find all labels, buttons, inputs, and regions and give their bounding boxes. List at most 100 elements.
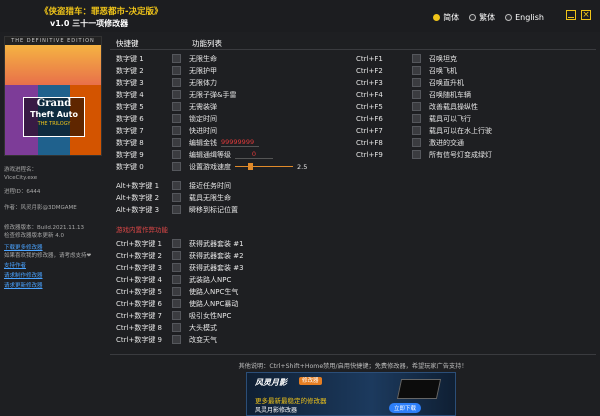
language-selector: 简体 繁体 English bbox=[433, 12, 544, 23]
cheat-row[interactable]: Ctrl+数字键 4 武装路人NPC bbox=[116, 274, 231, 285]
cheat-checkbox[interactable] bbox=[412, 114, 421, 123]
cheat-row[interactable]: Alt+数字键 1 接近任务时间 bbox=[116, 180, 231, 191]
cheat-checkbox[interactable] bbox=[172, 205, 181, 214]
cheat-row[interactable]: Ctrl+数字键 1 获得武器套装 #1 bbox=[116, 238, 244, 249]
hotkey-label: Ctrl+数字键 8 bbox=[116, 323, 162, 332]
app-title: 《侠盗猎车：罪恶都市-决定版》 bbox=[40, 7, 163, 17]
cheat-row[interactable]: 数字键 8 编辑金钱 99999999 bbox=[116, 137, 259, 148]
download-more-link[interactable]: 下载更多修改器 bbox=[4, 244, 43, 252]
cheat-row[interactable]: 数字键 3 无限体力 bbox=[116, 77, 217, 88]
lang-traditional[interactable]: 繁体 bbox=[469, 12, 495, 23]
cheat-row[interactable]: 数字键 9 编辑通缉等级 0 bbox=[116, 149, 273, 160]
cheat-row[interactable]: Ctrl+数字键 2 获得武器套装 #2 bbox=[116, 250, 244, 261]
cheat-checkbox[interactable] bbox=[172, 114, 181, 123]
cheat-row[interactable]: Ctrl+F6 载具可以飞行 bbox=[356, 113, 471, 124]
radio-selected-icon[interactable] bbox=[433, 14, 441, 21]
cheat-name: 吸引女性NPC bbox=[189, 311, 232, 320]
cheat-checkbox[interactable] bbox=[172, 299, 181, 308]
author-text: 作者：风灵月影@3DMGAME bbox=[4, 205, 77, 211]
cheat-row[interactable]: Ctrl+数字键 6 使路人NPC暴动 bbox=[116, 298, 238, 309]
hotkey-label: Ctrl+F2 bbox=[356, 66, 383, 75]
hotkey-label: Ctrl+F8 bbox=[356, 138, 383, 147]
hotkey-label: Ctrl+F6 bbox=[356, 114, 383, 123]
cheat-row[interactable]: Ctrl+数字键 8 大头模式 bbox=[116, 322, 217, 333]
cheat-row[interactable]: 数字键 4 无限子弹&手雷 bbox=[116, 89, 236, 100]
cheat-name: 编辑通缉等级 bbox=[189, 150, 231, 159]
cheat-checkbox[interactable] bbox=[412, 78, 421, 87]
cheat-checkbox[interactable] bbox=[412, 138, 421, 147]
ad-download-button[interactable]: 立即下载 bbox=[389, 403, 422, 413]
cheat-checkbox[interactable] bbox=[172, 323, 181, 332]
hotkey-label: 数字键 9 bbox=[116, 150, 144, 159]
cheat-row[interactable]: Ctrl+数字键 5 使路人NPC生气 bbox=[116, 286, 238, 297]
cheat-checkbox[interactable] bbox=[412, 66, 421, 75]
cheat-row[interactable]: Ctrl+F8 激进的交通 bbox=[356, 137, 464, 148]
cheat-row[interactable]: Ctrl+F4 召唤随机车辆 bbox=[356, 89, 471, 100]
lang-english[interactable]: English bbox=[505, 13, 544, 22]
cheat-checkbox[interactable] bbox=[172, 239, 181, 248]
cheat-checkbox[interactable] bbox=[172, 78, 181, 87]
cheat-checkbox[interactable] bbox=[172, 66, 181, 75]
cheat-row[interactable]: Ctrl+F7 载具可以在水上行驶 bbox=[356, 125, 492, 136]
cheat-checkbox[interactable] bbox=[172, 275, 181, 284]
cheat-checkbox[interactable] bbox=[172, 162, 181, 171]
cheat-row[interactable]: 数字键 1 无限生命 bbox=[116, 53, 217, 64]
cheat-checkbox[interactable] bbox=[412, 126, 421, 135]
cheat-row[interactable]: 数字键 0 设置游戏速度 2.5 bbox=[116, 161, 307, 172]
cheat-checkbox[interactable] bbox=[172, 311, 181, 320]
cheat-checkbox[interactable] bbox=[412, 54, 421, 63]
hotkey-label: Ctrl+数字键 9 bbox=[116, 335, 162, 344]
cheat-checkbox[interactable] bbox=[172, 90, 181, 99]
cheat-row[interactable]: Alt+数字键 2 载具无限生命 bbox=[116, 192, 231, 203]
ad-banner[interactable]: 风灵月影 修改器 更多最新最稳定的修改器 风灵月影修改器 立即下载 bbox=[246, 372, 456, 416]
cheat-checkbox[interactable] bbox=[172, 150, 181, 159]
cheat-row[interactable]: 数字键 5 无需装弹 bbox=[116, 101, 217, 112]
cheat-row[interactable]: Ctrl+F5 改善载具操纵性 bbox=[356, 101, 478, 112]
wanted-level-input[interactable]: 0 bbox=[235, 150, 273, 159]
cheat-row[interactable]: Ctrl+F2 召唤飞机 bbox=[356, 65, 457, 76]
cheat-checkbox[interactable] bbox=[172, 335, 181, 344]
close-button[interactable]: × bbox=[581, 10, 591, 20]
slider-thumb[interactable] bbox=[248, 163, 254, 170]
request-update-link[interactable]: 请求更新修改器 bbox=[4, 282, 43, 290]
process-label: 游戏进程名： bbox=[4, 167, 38, 173]
hotkey-label: Ctrl+F9 bbox=[356, 150, 383, 159]
cheat-checkbox[interactable] bbox=[172, 193, 181, 202]
cheat-checkbox[interactable] bbox=[412, 150, 421, 159]
game-speed-slider[interactable] bbox=[235, 163, 293, 170]
money-input[interactable]: 99999999 bbox=[221, 138, 259, 147]
cheat-row[interactable]: Ctrl+数字键 7 吸引女性NPC bbox=[116, 310, 231, 321]
cheat-checkbox[interactable] bbox=[172, 102, 181, 111]
lang-simplified[interactable]: 简体 bbox=[433, 12, 459, 23]
cheat-name: 载具可以飞行 bbox=[429, 114, 471, 123]
logo-line: THE TRILOGY bbox=[37, 121, 71, 127]
hotkey-label: 数字键 6 bbox=[116, 114, 144, 123]
cheat-row[interactable]: Alt+数字键 3 瞬移到标记位置 bbox=[116, 204, 238, 215]
ad-brand: 风灵月影 bbox=[255, 378, 287, 387]
cheat-row[interactable]: Ctrl+数字键 3 获得武器套装 #3 bbox=[116, 262, 244, 273]
cheat-name: 载具可以在水上行驶 bbox=[429, 126, 492, 135]
cheat-name: 所有信号灯变成绿灯 bbox=[429, 150, 492, 159]
cheat-checkbox[interactable] bbox=[172, 263, 181, 272]
cheat-row[interactable]: 数字键 2 无限护甲 bbox=[116, 65, 217, 76]
cheat-checkbox[interactable] bbox=[172, 181, 181, 190]
minimize-button[interactable] bbox=[566, 10, 576, 20]
cheat-checkbox[interactable] bbox=[172, 138, 181, 147]
cheat-checkbox[interactable] bbox=[412, 102, 421, 111]
support-author-link[interactable]: 支持作者 bbox=[4, 262, 26, 270]
cheat-checkbox[interactable] bbox=[412, 90, 421, 99]
cheat-checkbox[interactable] bbox=[172, 126, 181, 135]
cheat-row[interactable]: Ctrl+F3 召唤直升机 bbox=[356, 77, 464, 88]
cheat-checkbox[interactable] bbox=[172, 251, 181, 260]
cheat-row[interactable]: Ctrl+数字键 9 改变天气 bbox=[116, 334, 217, 345]
cheat-checkbox[interactable] bbox=[172, 287, 181, 296]
request-trainer-link[interactable]: 请求制作修改器 bbox=[4, 272, 43, 280]
cheat-row[interactable]: Ctrl+F9 所有信号灯变成绿灯 bbox=[356, 149, 492, 160]
radio-icon[interactable] bbox=[469, 14, 477, 21]
cheat-checkbox[interactable] bbox=[172, 54, 181, 63]
radio-icon[interactable] bbox=[505, 14, 513, 21]
cheat-row[interactable]: Ctrl+F1 召唤坦克 bbox=[356, 53, 457, 64]
footer-divider bbox=[110, 354, 596, 355]
cheat-row[interactable]: 数字键 7 快进时间 bbox=[116, 125, 217, 136]
cheat-row[interactable]: 数字键 6 锁定时间 bbox=[116, 113, 217, 124]
